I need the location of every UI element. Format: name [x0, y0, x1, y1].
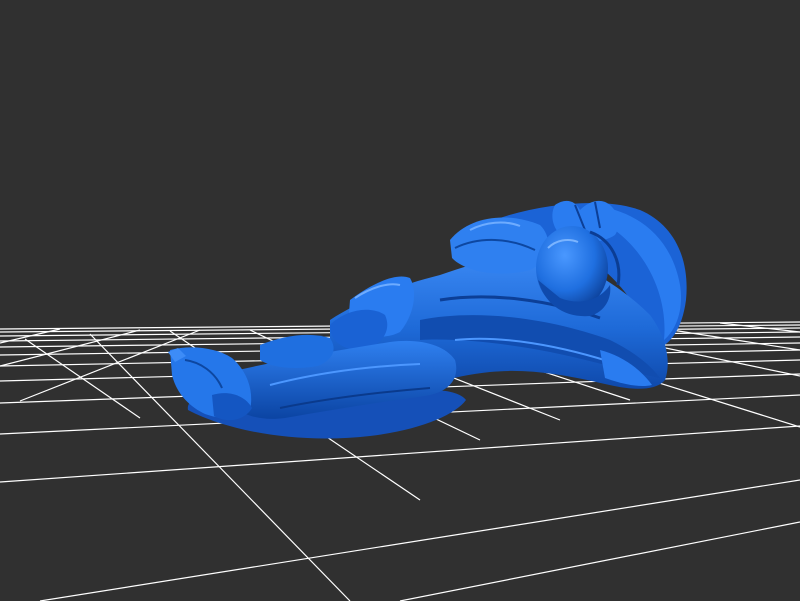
statue-model[interactable]: [168, 200, 687, 439]
3d-viewport[interactable]: [0, 0, 800, 601]
3d-scene: [0, 200, 800, 601]
